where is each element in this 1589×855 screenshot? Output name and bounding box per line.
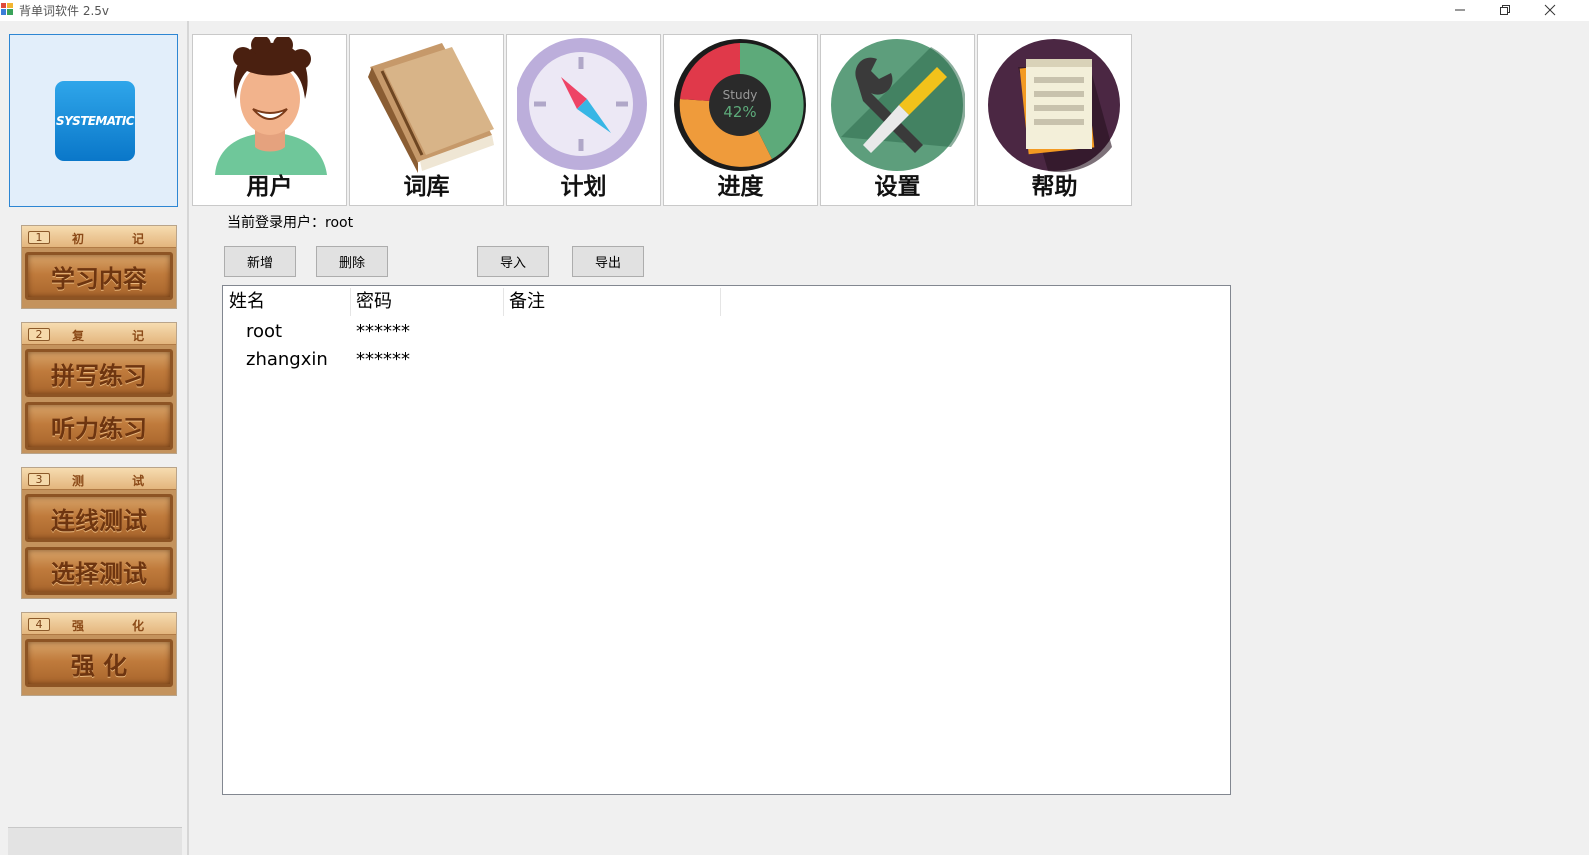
import-button[interactable]: 导入	[477, 246, 549, 277]
cell-name: root	[246, 321, 283, 342]
reinforce-button[interactable]: 强 化	[25, 639, 173, 687]
compass-icon	[517, 38, 647, 170]
group-number: 4	[28, 618, 50, 631]
restore-button[interactable]	[1483, 0, 1527, 20]
left-panel-footer	[8, 827, 182, 855]
cell-password: ******	[356, 349, 410, 370]
window-title: 背单词软件 2.5v	[19, 4, 110, 18]
delete-button[interactable]: 删除	[316, 246, 388, 277]
notepad-icon	[988, 39, 1120, 173]
choice-test-button[interactable]: 选择测试	[25, 547, 173, 595]
title-bar: 背单词软件 2.5v	[0, 0, 1589, 21]
tile-label: 计划	[560, 174, 607, 200]
export-button[interactable]: 导出	[572, 246, 644, 277]
tile-progress[interactable]: Study 42% 进度	[663, 34, 818, 206]
progress-value: 42%	[723, 103, 756, 121]
column-header-note[interactable]: 备注	[503, 288, 720, 318]
reinforce-group: 4 强 化 强 化	[21, 612, 177, 696]
panel-splitter[interactable]	[187, 21, 189, 855]
tile-settings[interactable]: 设置	[820, 34, 975, 206]
tile-label: 设置	[874, 174, 921, 200]
progress-donut-icon: Study 42%	[674, 39, 806, 171]
group-number: 3	[28, 473, 50, 486]
add-button[interactable]: 新增	[224, 246, 296, 277]
tile-help[interactable]: 帮助	[977, 34, 1132, 206]
user-avatar-icon	[215, 37, 327, 175]
study-group: 1 初 记 学习内容	[21, 225, 177, 309]
review-group: 2 复 记 拼写练习 听力练习	[21, 322, 177, 454]
table-row[interactable]: root ******	[223, 318, 823, 346]
group-title: 强 化	[72, 619, 167, 633]
column-separator[interactable]	[720, 288, 721, 316]
app-icon	[1, 3, 13, 15]
group-header: 1 初 记	[22, 226, 176, 248]
group-header: 3 测 试	[22, 468, 176, 490]
current-user-value: root	[325, 215, 354, 231]
study-content-button[interactable]: 学习内容	[25, 252, 173, 300]
minimize-button[interactable]	[1438, 0, 1482, 20]
close-icon	[1544, 4, 1556, 16]
listening-practice-button[interactable]: 听力练习	[25, 402, 173, 450]
group-header: 4 强 化	[22, 613, 176, 635]
restore-icon	[1500, 5, 1510, 15]
tile-label: 进度	[717, 174, 764, 200]
group-title: 初 记	[72, 232, 167, 246]
progress-caption: Study	[723, 88, 758, 102]
column-header-name[interactable]: 姓名	[223, 288, 350, 318]
user-list[interactable]: 姓名 密码 备注 root ****** zhangxin ******	[222, 285, 1231, 795]
group-title: 测 试	[72, 474, 167, 488]
table-row[interactable]: zhangxin ******	[223, 346, 823, 374]
cell-name: zhangxin	[246, 349, 328, 370]
tile-label: 帮助	[1031, 174, 1078, 200]
tile-user[interactable]: 用户	[192, 34, 347, 206]
current-user-line: 当前登录用户：root	[227, 212, 353, 232]
tile-plan[interactable]: 计划	[506, 34, 661, 206]
wrench-screwdriver-icon	[831, 39, 965, 171]
current-user-label: 当前登录用户：	[227, 215, 325, 231]
group-number: 1	[28, 231, 50, 244]
minimize-icon	[1455, 9, 1465, 11]
column-header-password[interactable]: 密码	[350, 288, 503, 318]
group-number: 2	[28, 328, 50, 341]
matching-test-button[interactable]: 连线测试	[25, 494, 173, 542]
spelling-practice-button[interactable]: 拼写练习	[25, 349, 173, 397]
book-icon	[368, 43, 494, 173]
group-header: 2 复 记	[22, 323, 176, 345]
cell-password: ******	[356, 321, 410, 342]
close-button[interactable]	[1528, 0, 1572, 20]
group-title: 复 记	[72, 329, 167, 343]
tile-wordbank[interactable]: 词库	[349, 34, 504, 206]
logo-panel[interactable]: SYSTEMATIC	[9, 34, 178, 207]
systematic-logo: SYSTEMATIC	[55, 81, 135, 161]
tile-label: 词库	[403, 174, 450, 200]
test-group: 3 测 试 连线测试 选择测试	[21, 467, 177, 599]
tile-label: 用户	[246, 174, 293, 200]
